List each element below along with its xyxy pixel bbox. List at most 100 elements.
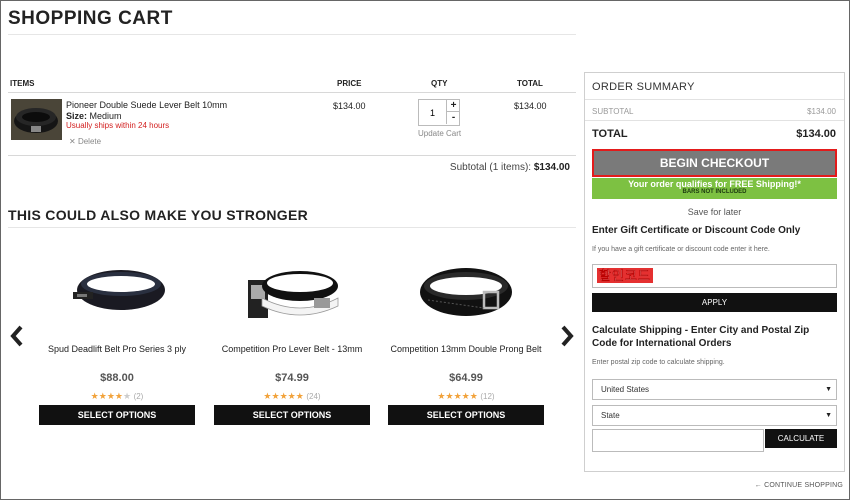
caret-down-icon: ▼	[825, 386, 832, 393]
star-icon: ★	[461, 391, 470, 401]
free-shipping-note: BARS NOT INCLUDED	[682, 189, 747, 195]
table-footer-divider	[8, 155, 576, 156]
cart-item-name[interactable]: Pioneer Double Suede Lever Belt 10mm	[66, 100, 227, 110]
chevron-left-icon	[10, 325, 23, 347]
select-options-button[interactable]: SELECT OPTIONS	[214, 405, 370, 425]
gift-code-input[interactable]: 할인코드	[592, 264, 837, 288]
star-icon: ★	[263, 391, 272, 401]
update-cart-link[interactable]: Update Cart	[418, 129, 461, 138]
quantity-stepper: + -	[418, 99, 460, 126]
order-summary-panel: ORDER SUMMARY SUBTOTAL $134.00 TOTAL $13…	[584, 72, 845, 472]
table-header-divider	[8, 92, 576, 93]
close-icon: ✕	[69, 137, 76, 146]
country-value: United States	[601, 385, 650, 394]
product-price: $74.99	[275, 372, 309, 384]
subtotal-value: $134.00	[533, 162, 570, 173]
star-icon: ★	[98, 391, 107, 401]
size-label: Size:	[66, 111, 88, 121]
cart-item-total: $134.00	[514, 101, 547, 111]
recommendations-title: THIS COULD ALSO MAKE YOU STRONGER	[8, 207, 309, 223]
star-icon: ★	[90, 391, 99, 401]
star-icon: ★	[445, 391, 454, 401]
caret-down-icon: ▼	[825, 412, 832, 419]
product-image[interactable]	[214, 252, 370, 334]
cart-item-thumbnail[interactable]	[11, 99, 62, 140]
review-count: (2)	[133, 392, 144, 401]
star-icon: ★	[295, 391, 304, 401]
title-divider	[8, 34, 576, 35]
begin-checkout-button[interactable]: BEGIN CHECKOUT	[592, 149, 837, 177]
select-options-button[interactable]: SELECT OPTIONS	[39, 405, 195, 425]
save-for-later-link[interactable]: Save for later	[585, 207, 844, 217]
gift-code-value: 할인코드	[597, 268, 653, 283]
star-icon: ★	[437, 391, 446, 401]
product-card: Spud Deadlift Belt Pro Series 3 ply $88.…	[39, 252, 195, 425]
gift-code-help: If you have a gift certificate or discou…	[592, 246, 770, 253]
subtotal-label: Subtotal (1 items):	[449, 162, 532, 173]
column-header-price: PRICE	[337, 79, 362, 88]
product-price: $88.00	[100, 372, 134, 384]
product-name[interactable]: Competition 13mm Double Prong Belt	[388, 344, 544, 355]
column-header-items: ITEMS	[10, 79, 35, 88]
shipping-note: Usually ships within 24 hours	[66, 121, 170, 130]
product-card: Competition 13mm Double Prong Belt $64.9…	[388, 252, 544, 425]
recommendations-divider	[8, 227, 576, 228]
summary-total-value: $134.00	[796, 128, 836, 140]
page-title: SHOPPING CART	[8, 8, 173, 29]
continue-shopping-link[interactable]: ← CONTINUE SHOPPING	[755, 482, 843, 489]
chevron-right-icon	[561, 325, 574, 347]
delete-button[interactable]: ✕ Delete	[69, 137, 101, 146]
continue-shopping-label: CONTINUE SHOPPING	[764, 482, 843, 489]
summary-subtotal-value: $134.00	[807, 107, 836, 116]
country-select[interactable]: United States ▼	[592, 379, 837, 400]
product-price: $64.99	[449, 372, 483, 384]
star-empty-icon: ★	[122, 391, 132, 401]
summary-divider	[585, 120, 844, 121]
product-card: Competition Pro Lever Belt - 13mm $74.99…	[214, 252, 370, 425]
calculate-shipping-title: Calculate Shipping - Enter City and Post…	[592, 325, 810, 349]
size-value: Medium	[89, 111, 122, 121]
star-icon: ★	[453, 391, 462, 401]
order-summary-title: ORDER SUMMARY	[592, 81, 695, 93]
delete-label: Delete	[77, 137, 102, 146]
quantity-decrease-button[interactable]: -	[446, 112, 460, 124]
column-header-total: TOTAL	[517, 79, 543, 88]
star-icon: ★	[287, 391, 296, 401]
product-rating: ★★★★★ (12)	[388, 391, 544, 402]
postal-code-input[interactable]	[592, 429, 764, 452]
quantity-increase-button[interactable]: +	[446, 100, 460, 112]
apply-button[interactable]: APPLY	[592, 293, 837, 312]
star-icon: ★	[469, 391, 478, 401]
summary-subtotal-label: SUBTOTAL	[592, 107, 634, 116]
state-value: State	[601, 411, 620, 420]
review-count: (24)	[306, 392, 321, 401]
product-rating: ★★★★★ (2)	[39, 391, 195, 402]
product-image[interactable]	[388, 252, 544, 334]
shipping-help: Enter postal zip code to calculate shipp…	[592, 359, 725, 366]
star-icon: ★	[114, 391, 123, 401]
product-rating: ★★★★★ (24)	[214, 391, 370, 402]
star-icon: ★	[279, 391, 288, 401]
select-options-button[interactable]: SELECT OPTIONS	[388, 405, 544, 425]
quantity-input[interactable]	[419, 100, 446, 125]
gift-code-title: Enter Gift Certificate or Discount Code …	[592, 225, 801, 236]
calculate-button[interactable]: CALCULATE	[765, 429, 837, 448]
cart-subtotal: Subtotal (1 items): $134.00	[450, 162, 570, 173]
cart-item-price: $134.00	[333, 101, 366, 111]
product-name[interactable]: Spud Deadlift Belt Pro Series 3 ply	[39, 344, 195, 355]
product-name[interactable]: Competition Pro Lever Belt - 13mm	[214, 344, 370, 355]
carousel-prev-button[interactable]	[8, 324, 26, 348]
summary-divider	[585, 99, 844, 100]
star-icon: ★	[106, 391, 115, 401]
review-count: (12)	[480, 392, 495, 401]
column-header-qty: QTY	[431, 79, 448, 88]
product-image[interactable]	[39, 252, 195, 334]
free-shipping-text: Your order qualifies for FREE Shipping!*	[628, 179, 801, 189]
carousel-next-button[interactable]	[558, 324, 576, 348]
star-icon: ★	[271, 391, 280, 401]
cart-item-size: Size: Medium	[66, 111, 122, 121]
free-shipping-banner: Your order qualifies for FREE Shipping!*…	[592, 178, 837, 199]
arrow-left-icon: ←	[754, 482, 762, 489]
summary-total-label: TOTAL	[592, 128, 628, 140]
state-select[interactable]: State ▼	[592, 405, 837, 426]
